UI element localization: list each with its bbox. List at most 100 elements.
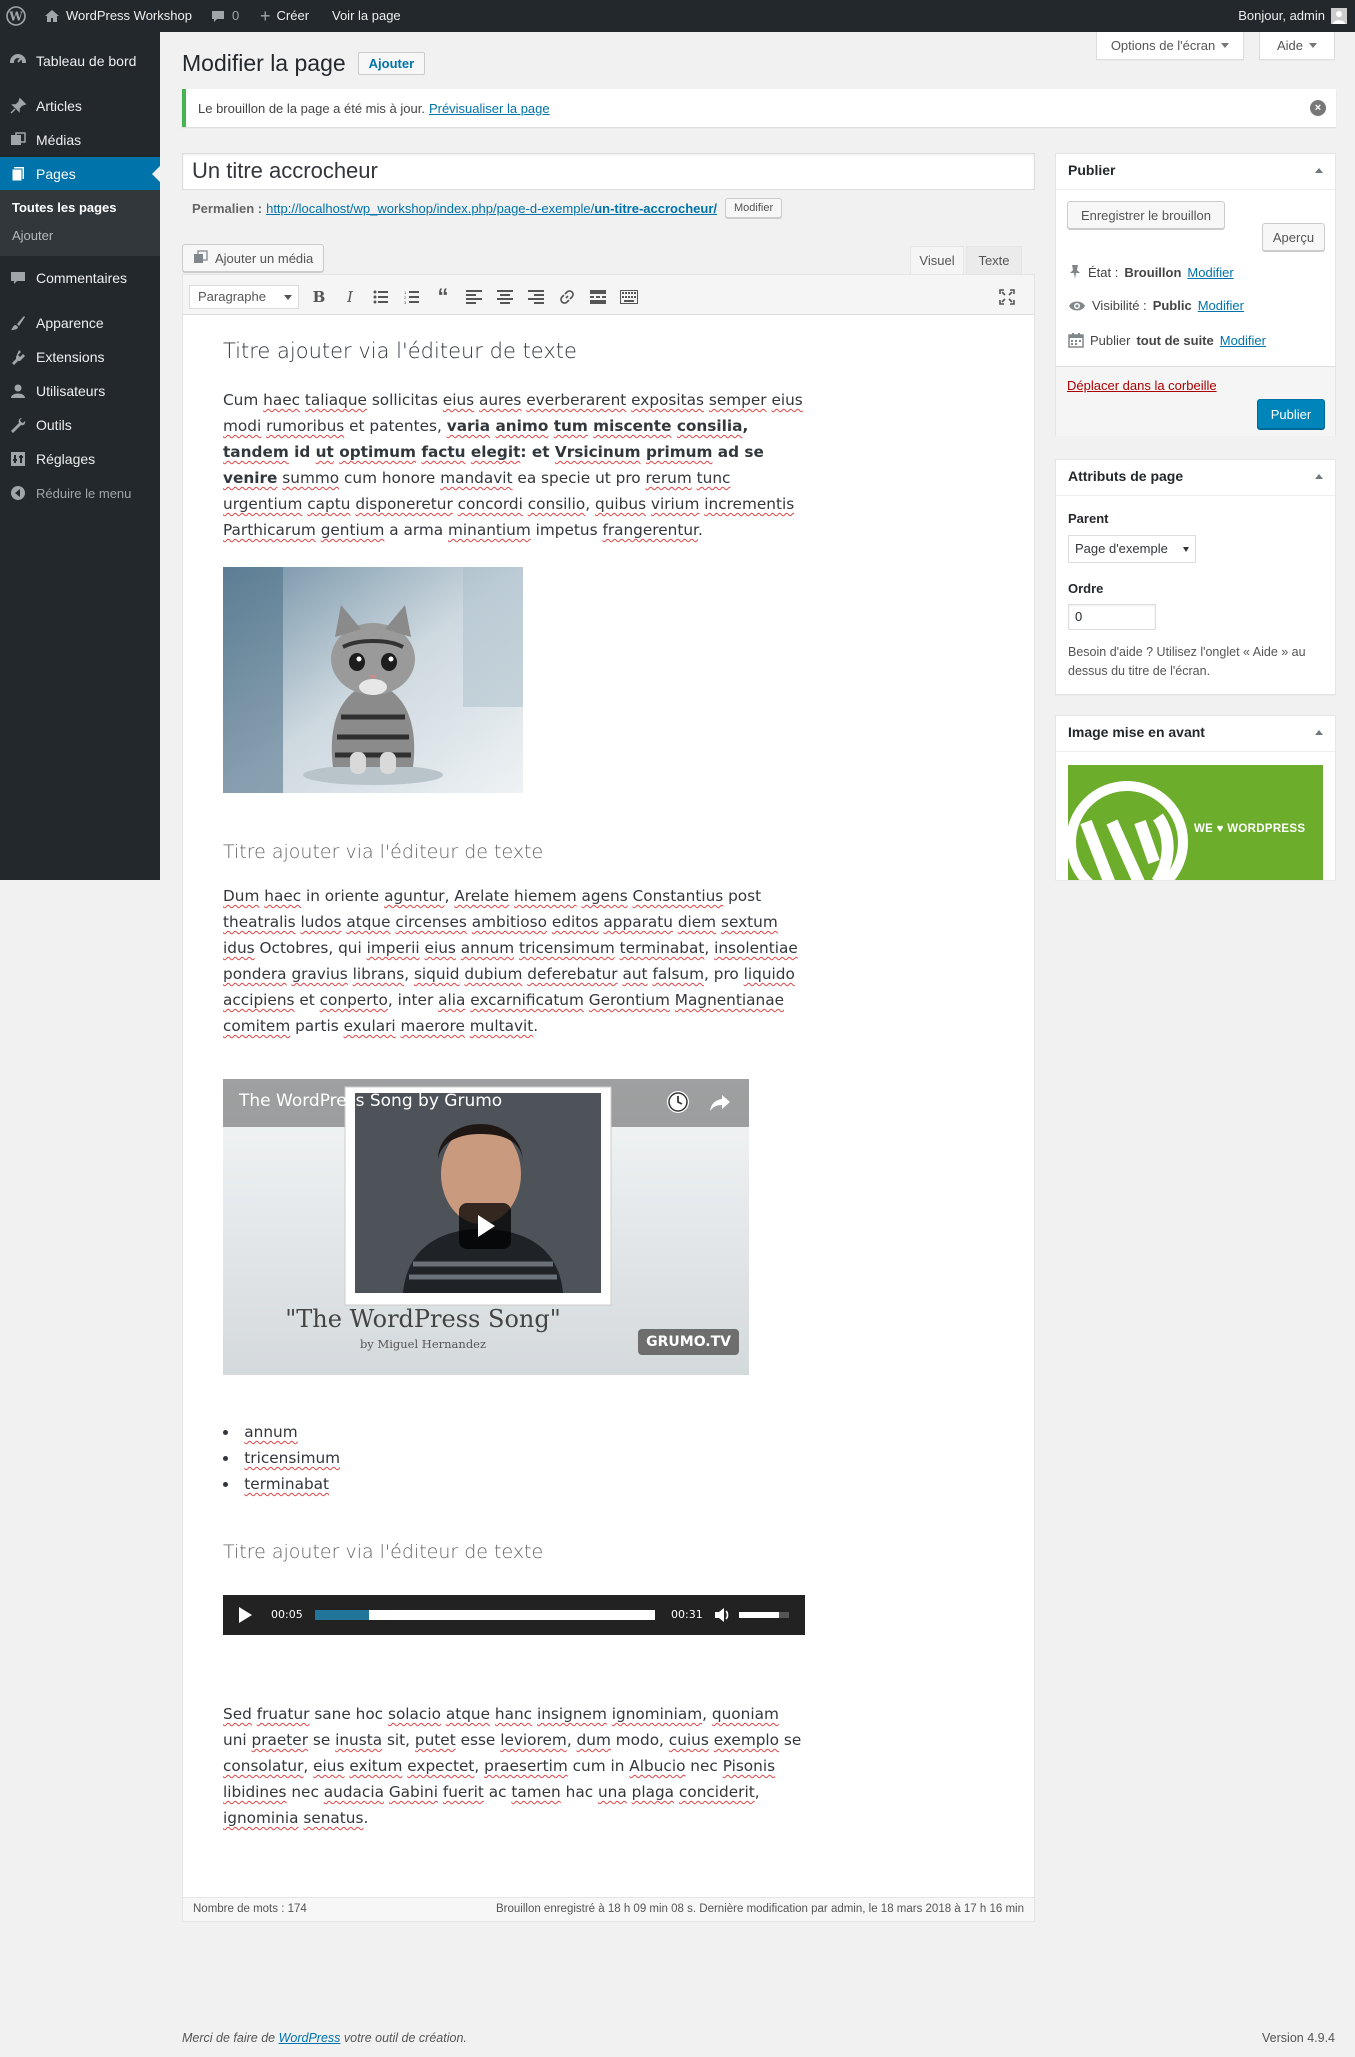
submenu-all-pages[interactable]: Toutes les pages: [12, 200, 117, 215]
editor-status-bar: Nombre de mots : 174 Brouillon enregistr…: [183, 1897, 1034, 1921]
move-to-trash-link[interactable]: Déplacer dans la corbeille: [1067, 378, 1217, 393]
list-item: terminabat: [223, 1471, 340, 1497]
add-media-label: Ajouter un média: [215, 250, 314, 266]
align-right-button[interactable]: [524, 285, 548, 309]
format-value: Paragraphe: [198, 289, 266, 304]
menu-pages[interactable]: Pages: [0, 157, 160, 191]
numbered-list-button[interactable]: 123: [400, 285, 424, 309]
read-more-icon: [590, 290, 606, 304]
toolbar-toggle-button[interactable]: [617, 285, 641, 309]
share-icon[interactable]: [709, 1093, 731, 1113]
post-title-input[interactable]: Un titre accrocheur: [182, 153, 1035, 190]
preview-button[interactable]: Aperçu: [1262, 223, 1325, 251]
tab-text[interactable]: Texte: [966, 246, 1022, 274]
watch-later-icon[interactable]: [667, 1091, 689, 1113]
order-input[interactable]: 0: [1068, 604, 1156, 630]
add-media-button[interactable]: Ajouter un média: [182, 244, 325, 272]
featured-image[interactable]: WE ♥ WORDPRESS: [1068, 765, 1323, 880]
collapse-arrow-icon[interactable]: [1315, 730, 1323, 735]
preview-page-link[interactable]: Prévisualiser la page: [429, 101, 550, 116]
add-new-page-button[interactable]: Ajouter: [357, 52, 426, 75]
read-more-button[interactable]: [586, 285, 610, 309]
status-label: État :: [1088, 264, 1119, 280]
update-notice: Le brouillon de la page a été mis à jour…: [182, 89, 1336, 127]
play-icon[interactable]: [237, 1606, 253, 1628]
insert-link-button[interactable]: [555, 285, 579, 309]
submenu-add-page[interactable]: Ajouter: [12, 228, 53, 243]
publish-box: Publier Enregistrer le brouillon Aperçu …: [1055, 153, 1336, 436]
notice-text: Le brouillon de la page a été mis à jour…: [198, 100, 425, 116]
menu-label: Outils: [36, 417, 72, 433]
menu-settings[interactable]: Réglages: [0, 442, 160, 476]
menu-comments[interactable]: Commentaires: [0, 261, 160, 295]
align-center-button[interactable]: [493, 285, 517, 309]
italic-button[interactable]: I: [338, 285, 362, 309]
pages-submenu: Toutes les pages Ajouter: [0, 190, 160, 256]
content-editor[interactable]: Paragraphe B I 123 “ Titre ajouter via l…: [182, 274, 1035, 1922]
fullscreen-button[interactable]: [995, 285, 1019, 309]
blockquote-button[interactable]: “: [431, 284, 455, 309]
permalink-label: Permalien :: [192, 200, 263, 216]
content-paragraph: Cum haec taliaque sollicitas eius aures …: [223, 391, 803, 539]
parent-select[interactable]: Page d'exemple: [1068, 535, 1196, 563]
site-name-link[interactable]: WordPress Workshop: [44, 0, 192, 32]
featured-image-box: Image mise en avant WE ♥ WORDPRESS: [1055, 715, 1336, 880]
help-button[interactable]: Aide: [1259, 32, 1335, 60]
pin-icon: [1070, 265, 1080, 279]
menu-articles[interactable]: Articles: [0, 89, 160, 123]
menu-label: Médias: [36, 132, 82, 148]
svg-text:3: 3: [404, 300, 407, 304]
volume-slider[interactable]: [739, 1612, 789, 1618]
wordpress-link[interactable]: WordPress: [279, 2031, 341, 2045]
my-account-link[interactable]: Bonjour, admin: [1238, 0, 1347, 32]
menu-tools[interactable]: Outils: [0, 408, 160, 442]
edit-visibility-link[interactable]: Modifier: [1198, 298, 1244, 313]
wordpress-logo-icon[interactable]: W: [6, 0, 26, 32]
collapse-menu-button[interactable]: Réduire le menu: [0, 476, 160, 510]
edit-status-link[interactable]: Modifier: [1187, 265, 1233, 280]
view-page-link[interactable]: Voir la page: [332, 0, 401, 32]
volume-icon[interactable]: [713, 1606, 731, 1628]
tab-visual[interactable]: Visuel: [910, 246, 964, 274]
collapse-arrow-icon[interactable]: [1315, 474, 1323, 479]
page-attributes-header[interactable]: Attributs de page: [1056, 460, 1335, 496]
permalink-url[interactable]: http://localhost/wp_workshop/index.php/p…: [266, 201, 717, 216]
edit-slug-button[interactable]: Modifier: [725, 198, 783, 218]
chevron-down-icon: [1183, 547, 1189, 552]
parent-value: Page d'exemple: [1075, 541, 1168, 556]
align-left-icon: [466, 290, 482, 304]
list-item-text: tricensimum: [244, 1449, 341, 1467]
format-select[interactable]: Paragraphe: [189, 285, 299, 309]
audio-seek-bar[interactable]: [315, 1610, 655, 1620]
kitten-image[interactable]: [223, 567, 523, 793]
align-left-button[interactable]: [462, 285, 486, 309]
menu-users[interactable]: Utilisateurs: [0, 374, 160, 408]
featured-image-header[interactable]: Image mise en avant: [1056, 716, 1335, 752]
publish-button[interactable]: Publier: [1257, 399, 1325, 429]
collapse-arrow-icon[interactable]: [1315, 168, 1323, 173]
keyboard-icon: [620, 290, 638, 304]
bold-button[interactable]: B: [307, 285, 331, 309]
menu-plugins[interactable]: Extensions: [0, 340, 160, 374]
menu-label: Extensions: [36, 349, 105, 365]
publish-box-title: Publier: [1068, 162, 1116, 178]
footer-thanks-suffix: votre outil de création.: [340, 2031, 467, 2045]
publish-box-header[interactable]: Publier: [1056, 154, 1335, 190]
permalink-base: http://localhost/wp_workshop/index.php/p…: [266, 200, 595, 216]
menu-label: Pages: [36, 166, 76, 182]
screen-options-button[interactable]: Options de l'écran: [1096, 32, 1244, 60]
video-embed[interactable]: The WordPress Song by Grumo "The WordPre…: [223, 1079, 749, 1375]
dismiss-icon[interactable]: ×: [1310, 100, 1326, 116]
bullet-list-button[interactable]: [369, 285, 393, 309]
menu-dashboard[interactable]: Tableau de bord: [0, 44, 160, 78]
comments-link[interactable]: 0: [210, 0, 239, 32]
link-icon: [560, 290, 574, 304]
save-draft-button[interactable]: Enregistrer le brouillon: [1067, 201, 1225, 229]
new-content-link[interactable]: + Créer: [260, 0, 309, 32]
menu-appearance[interactable]: Apparence: [0, 306, 160, 340]
schedule-row: Publier tout de suite Modifier: [1068, 332, 1266, 348]
menu-media[interactable]: Médias: [0, 123, 160, 157]
edit-schedule-link[interactable]: Modifier: [1220, 333, 1266, 348]
page-attributes-help: Besoin d'aide ? Utilisez l'onglet « Aide…: [1068, 645, 1306, 678]
menu-label: Articles: [36, 98, 82, 114]
